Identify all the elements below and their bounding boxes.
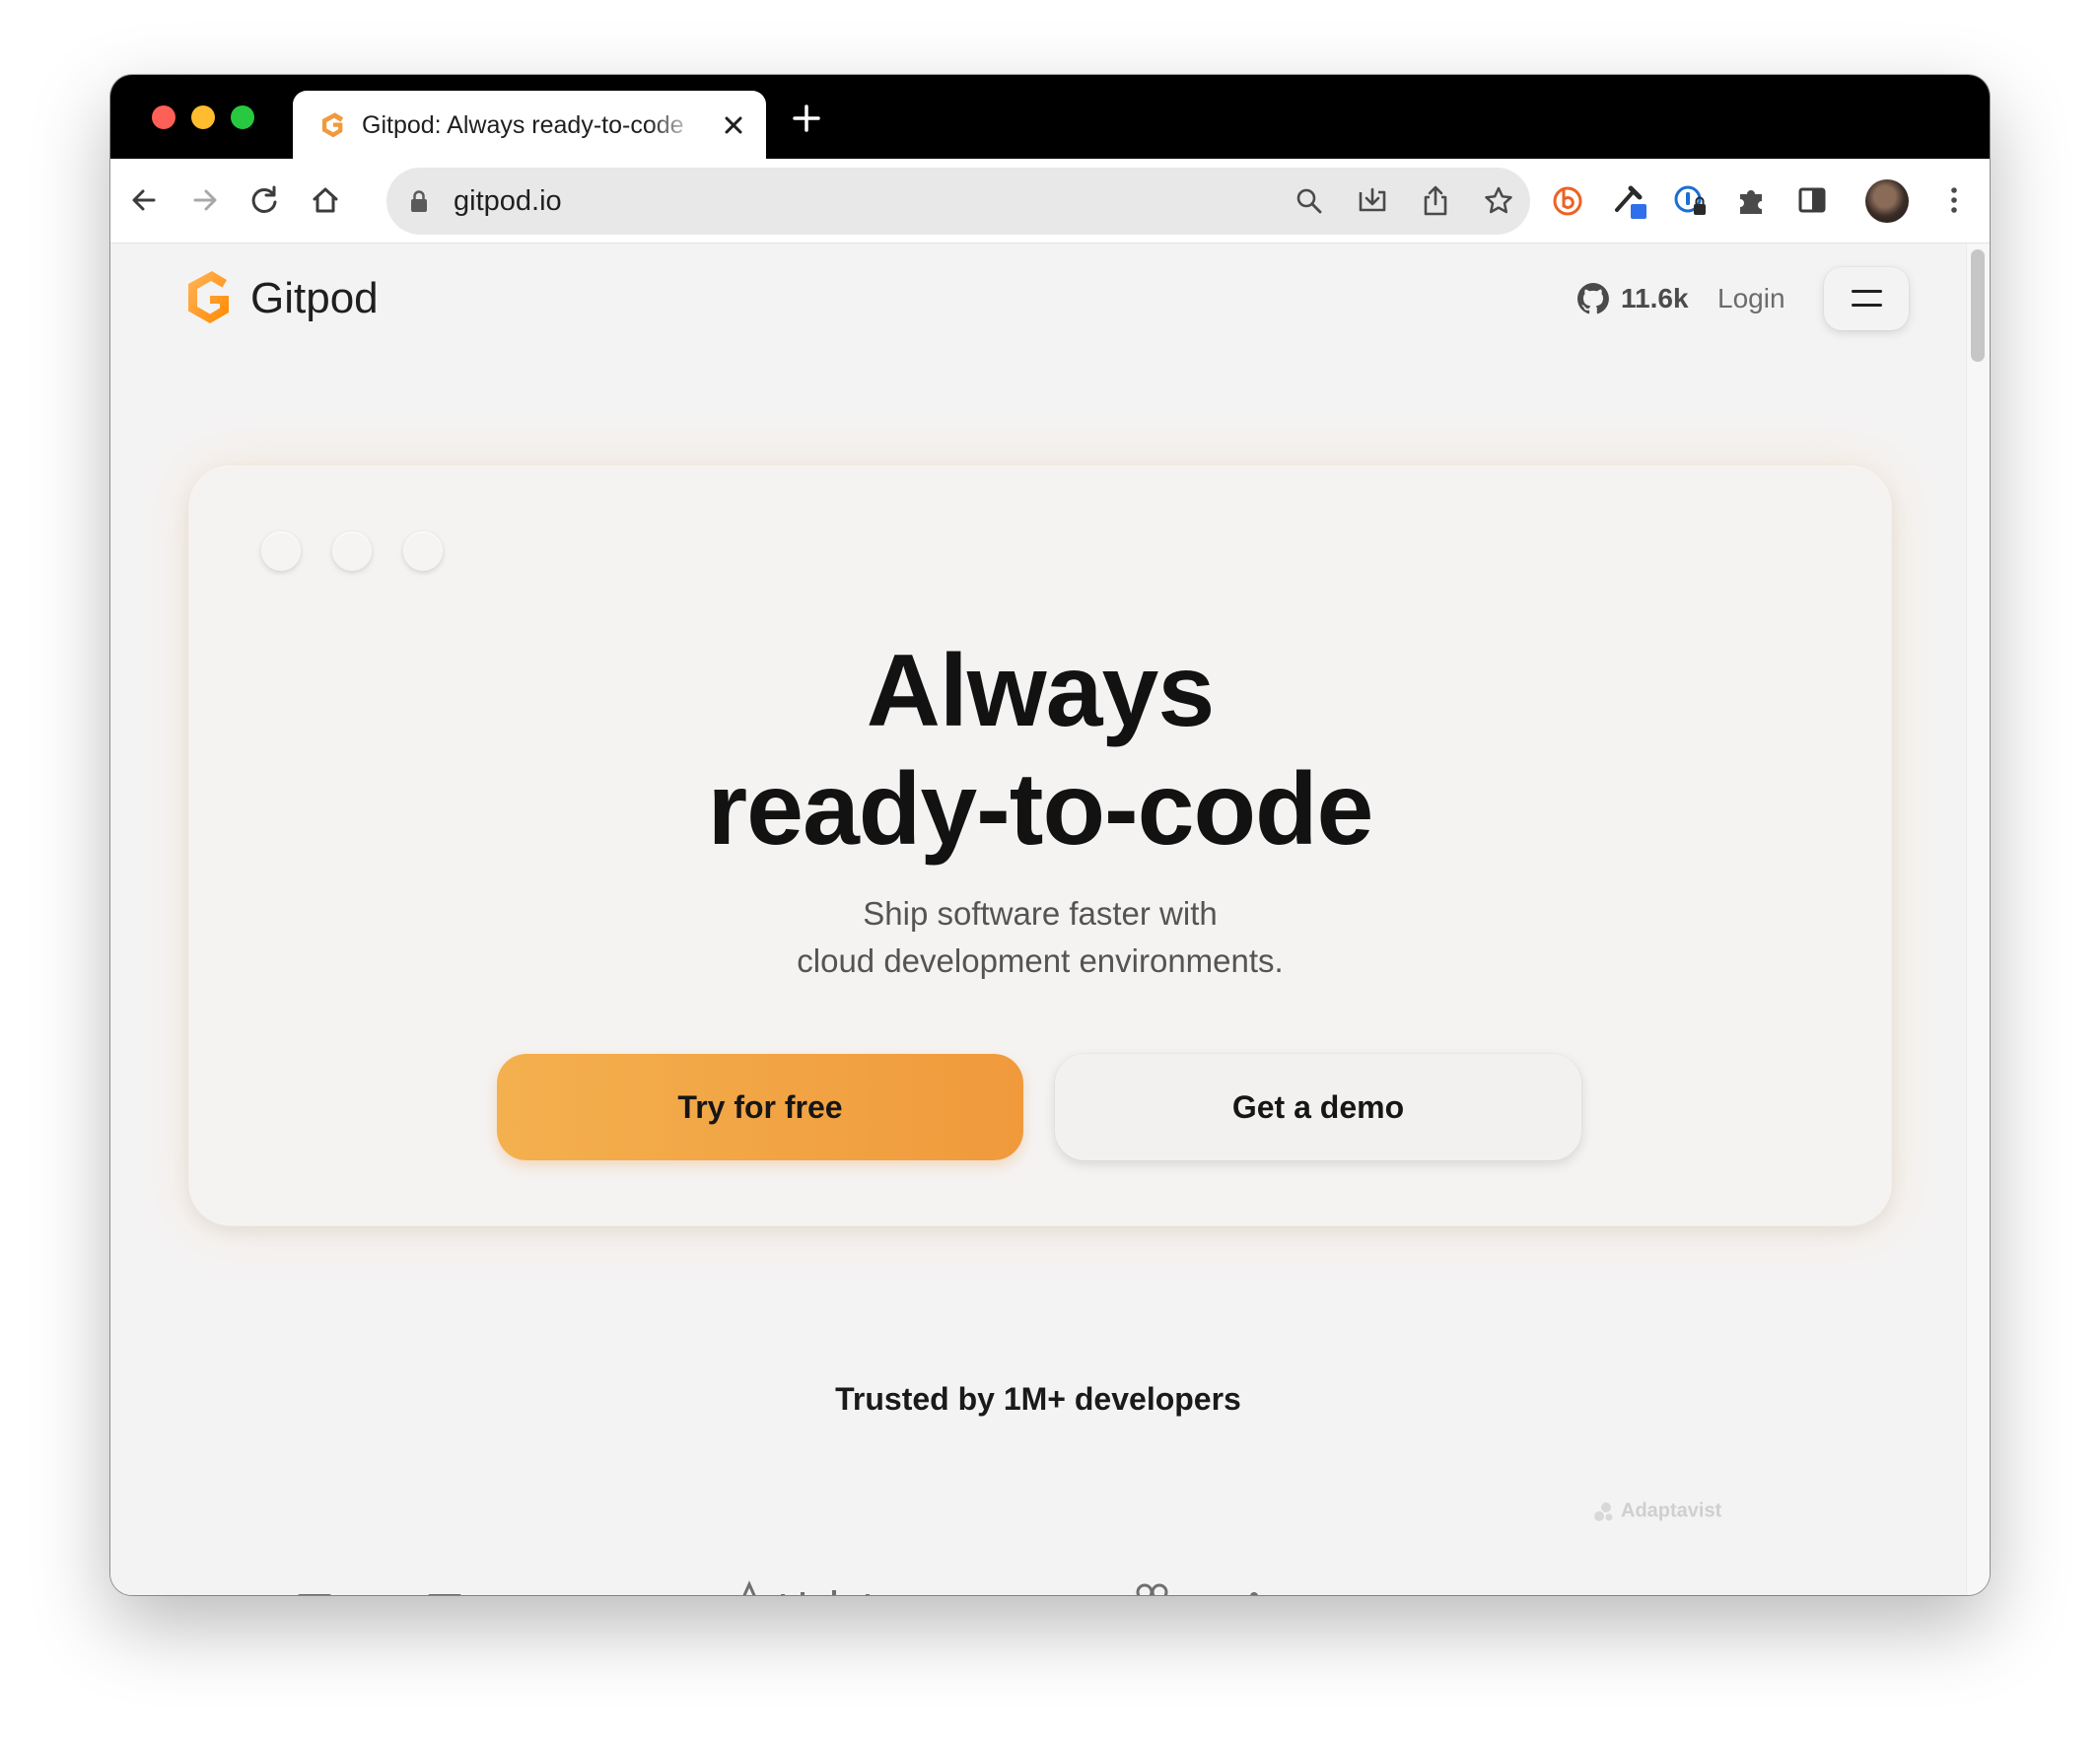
try-for-free-button[interactable]: Try for free <box>497 1054 1023 1160</box>
install-app-icon[interactable] <box>1355 183 1390 219</box>
hero-title-line-2: ready-to-code <box>707 752 1374 867</box>
customer-logo <box>428 1578 467 1595</box>
minimize-window-button[interactable] <box>191 105 215 129</box>
tab-gitpod[interactable]: Gitpod: Always ready-to-code <box>293 91 766 159</box>
bitly-extension-icon[interactable] <box>1548 180 1587 220</box>
hero-title: Always ready-to-code <box>189 632 1891 869</box>
forward-icon[interactable] <box>185 180 225 220</box>
hero-title-line-1: Always <box>866 634 1215 748</box>
back-icon[interactable] <box>124 180 164 220</box>
tab-strip: Gitpod: Always ready-to-code <box>110 75 1990 159</box>
trusted-heading: Trusted by 1M+ developers <box>835 1381 1241 1417</box>
close-tab-icon[interactable] <box>719 110 748 140</box>
page-viewport: Gitpod 11.6k Login Always ready-to-code … <box>110 244 1990 1595</box>
gitpod-logo-icon[interactable] <box>179 265 239 330</box>
gitpod-favicon-icon <box>321 112 344 138</box>
login-link[interactable]: Login <box>1717 281 1785 316</box>
close-window-button[interactable] <box>152 105 175 129</box>
scrollbar-thumb[interactable] <box>1971 249 1985 362</box>
hero-subtitle-line-2: cloud development environments. <box>797 942 1284 979</box>
get-a-demo-button[interactable]: Get a demo <box>1055 1054 1581 1160</box>
maximize-window-button[interactable] <box>231 105 254 129</box>
search-icon[interactable] <box>1292 183 1327 219</box>
hero-subtitle: Ship software faster with cloud developm… <box>189 890 1891 985</box>
hero-subtitle-line-1: Ship software faster with <box>863 895 1218 932</box>
hero-card: Always ready-to-code Ship software faste… <box>189 466 1891 1225</box>
address-bar[interactable]: gitpod.io <box>386 168 1530 235</box>
browser-window: Gitpod: Always ready-to-code gitpod.io G… <box>110 75 1990 1595</box>
side-panel-icon[interactable] <box>1792 180 1832 220</box>
scrollbar[interactable] <box>1966 244 1990 1595</box>
customer-logo <box>298 1578 337 1595</box>
share-icon[interactable] <box>1418 183 1453 219</box>
new-tab-icon[interactable] <box>791 103 822 134</box>
hero-window-dot <box>403 531 443 571</box>
hamburger-menu-button[interactable] <box>1824 267 1909 330</box>
site-brand-name[interactable]: Gitpod <box>250 273 379 324</box>
customer-logo <box>1136 1583 1258 1595</box>
profile-avatar[interactable] <box>1865 179 1909 223</box>
url-text: gitpod.io <box>454 185 562 217</box>
github-stars-count[interactable]: 11.6k <box>1621 281 1689 316</box>
lock-icon <box>411 190 427 212</box>
hero-window-dot <box>261 531 301 571</box>
adaptavist-mark-icon <box>1594 1502 1613 1521</box>
adaptavist-logo-text: Adaptavist <box>1621 1499 1722 1522</box>
hero-window-dot <box>332 531 372 571</box>
customer-logo <box>742 1580 870 1595</box>
color-picker-extension-icon[interactable] <box>1609 180 1648 220</box>
hamburger-bar <box>1852 290 1882 293</box>
bookmark-star-icon[interactable] <box>1481 183 1516 219</box>
password-manager-extension-icon[interactable] <box>1670 180 1710 220</box>
browser-toolbar: gitpod.io <box>110 159 1990 244</box>
reload-icon[interactable] <box>245 180 284 220</box>
kebab-menu-icon[interactable] <box>1934 180 1974 220</box>
tab-title: Gitpod: Always ready-to-code <box>362 111 684 139</box>
puzzle-extensions-icon[interactable] <box>1731 180 1771 220</box>
github-icon[interactable] <box>1575 281 1611 316</box>
hamburger-bar <box>1852 304 1882 307</box>
adaptavist-logo: Adaptavist <box>1591 1499 1721 1523</box>
home-icon[interactable] <box>306 180 345 220</box>
